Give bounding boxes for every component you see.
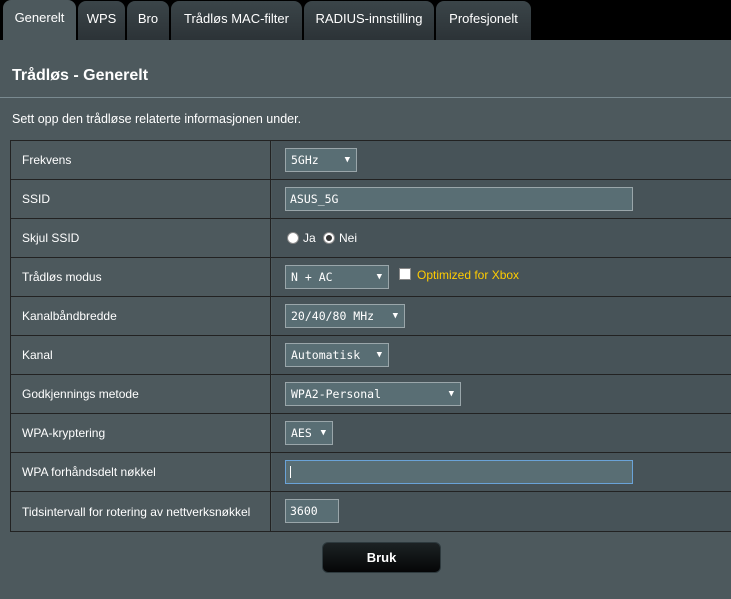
chevron-down-icon: ▼ — [448, 389, 454, 399]
row-encryption: WPA-kryptering AES ▼ — [11, 414, 731, 453]
divider — [0, 97, 731, 98]
tab-profesjonelt[interactable]: Profesjonelt — [436, 1, 531, 40]
page-title: Trådløs - Generelt — [12, 67, 149, 84]
rekey-label: Tidsintervall for rotering av nettverksn… — [11, 492, 271, 531]
hide-ssid-no-label: Nei — [339, 231, 358, 245]
hide-ssid-yes-label: Ja — [303, 231, 316, 245]
row-ssid: SSID ASUS_5G — [11, 180, 731, 219]
row-channel: Kanal Automatisk ▼ — [11, 336, 731, 375]
ssid-label: SSID — [11, 180, 271, 218]
band-value: 5GHz — [291, 153, 319, 167]
encryption-value: AES — [291, 426, 312, 440]
tab-radius[interactable]: RADIUS-innstilling — [304, 1, 434, 40]
channel-select[interactable]: Automatisk ▼ — [285, 343, 389, 367]
band-label: Frekvens — [11, 141, 271, 179]
bandwidth-select[interactable]: 20/40/80 MHz ▼ — [285, 304, 405, 328]
row-rekey: Tidsintervall for rotering av nettverksn… — [11, 492, 731, 532]
apply-button[interactable]: Bruk — [322, 542, 441, 573]
bandwidth-label: Kanalbåndbredde — [11, 297, 271, 335]
mode-select[interactable]: N + AC ▼ — [285, 265, 389, 289]
xbox-checkbox[interactable] — [399, 268, 411, 280]
tab-bar: Generelt WPS Bro Trådløs MAC-filter RADI… — [0, 0, 731, 41]
page-description: Sett opp den trådløse relaterte informas… — [12, 112, 302, 126]
tab-generelt[interactable]: Generelt — [3, 0, 76, 41]
tab-label: WPS — [86, 11, 117, 26]
bandwidth-value: 20/40/80 MHz — [291, 309, 375, 323]
auth-select[interactable]: WPA2-Personal ▼ — [285, 382, 461, 406]
chevron-down-icon: ▼ — [376, 272, 382, 282]
band-select[interactable]: 5GHz ▼ — [285, 148, 357, 172]
settings-panel: Trådløs - Generelt Sett opp den trådløse… — [0, 40, 731, 599]
tab-label: RADIUS-innstilling — [315, 11, 423, 26]
row-psk: WPA forhåndsdelt nøkkel — [11, 453, 731, 492]
text-cursor — [290, 466, 291, 478]
mode-label: Trådløs modus — [11, 258, 271, 296]
row-hide-ssid: Skjul SSID Ja Nei — [11, 219, 731, 258]
mode-value: N + AC — [291, 270, 333, 284]
tab-label: Generelt — [14, 10, 65, 25]
channel-label: Kanal — [11, 336, 271, 374]
psk-input[interactable] — [285, 460, 633, 484]
tab-label: Profesjonelt — [449, 11, 518, 26]
row-bandwidth: Kanalbåndbredde 20/40/80 MHz ▼ — [11, 297, 731, 336]
auth-label: Godkjennings metode — [11, 375, 271, 413]
auth-value: WPA2-Personal — [291, 387, 382, 401]
hide-ssid-label: Skjul SSID — [11, 219, 271, 257]
tab-wps[interactable]: WPS — [78, 1, 125, 40]
tab-bro[interactable]: Bro — [127, 1, 169, 40]
rekey-input[interactable]: 3600 — [285, 499, 339, 523]
row-auth: Godkjennings metode WPA2-Personal ▼ — [11, 375, 731, 414]
encryption-label: WPA-kryptering — [11, 414, 271, 452]
channel-value: Automatisk — [291, 348, 361, 362]
tab-label: Bro — [137, 11, 159, 26]
ssid-input[interactable]: ASUS_5G — [285, 187, 633, 211]
xbox-label: Optimized for Xbox — [417, 268, 520, 282]
hide-ssid-no-radio[interactable] — [323, 232, 335, 244]
chevron-down-icon: ▼ — [376, 350, 382, 360]
encryption-select[interactable]: AES ▼ — [285, 421, 333, 445]
settings-form: Frekvens 5GHz ▼ SSID ASUS_5G Skjul SSID — [10, 140, 731, 532]
page: Generelt WPS Bro Trådløs MAC-filter RADI… — [0, 0, 731, 599]
chevron-down-icon: ▼ — [344, 155, 350, 165]
psk-label: WPA forhåndsdelt nøkkel — [11, 453, 271, 491]
chevron-down-icon: ▼ — [320, 428, 326, 438]
tab-mac-filter[interactable]: Trådløs MAC-filter — [171, 1, 302, 40]
row-band: Frekvens 5GHz ▼ — [11, 141, 731, 180]
hide-ssid-yes-radio[interactable] — [287, 232, 299, 244]
tab-label: Trådløs MAC-filter — [184, 11, 289, 26]
row-mode: Trådløs modus N + AC ▼ Optimized for Xbo… — [11, 258, 731, 297]
chevron-down-icon: ▼ — [392, 311, 398, 321]
